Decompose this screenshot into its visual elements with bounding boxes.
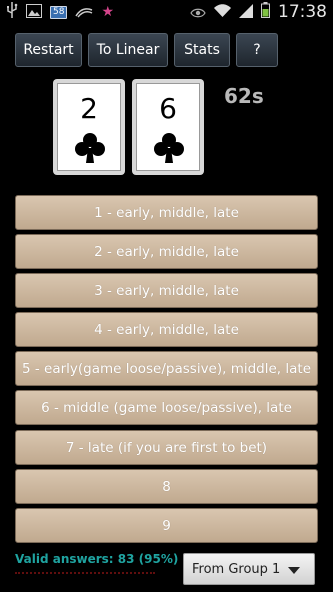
status-bar: 58 ★ 17:38 [0,0,333,24]
status-bar-left: 58 ★ [6,2,115,22]
card-face: 6 [136,83,200,171]
answer-button-5[interactable]: 5 - early(game loose/passive), middle, l… [15,351,318,386]
clock: 17:38 [278,2,327,22]
card-rank: 6 [159,92,177,125]
stats-button[interactable]: Stats [174,33,230,67]
signal-icon [239,3,253,22]
answer-button-4[interactable]: 4 - early, middle, late [15,312,318,347]
answer-button-2[interactable]: 2 - early, middle, late [15,234,318,269]
club-icon [74,132,106,168]
wifi-icon [214,3,231,22]
group-select-value: From Group 1 [192,561,281,577]
valid-answers-label: Valid answers: 83 (95%) [15,552,179,566]
answer-button-3[interactable]: 3 - early, middle, late [15,273,318,308]
help-button[interactable]: ? [236,33,278,67]
status-bar-right: 17:38 [190,1,327,23]
timer: 62s [224,84,264,108]
swirl-icon [75,3,93,22]
card-face: 2 [57,83,121,171]
answer-button-9[interactable]: 9 [15,508,318,543]
group-select[interactable]: From Group 1 [183,553,315,585]
secondary-stats-text [15,572,155,580]
star-icon: ★ [101,4,115,20]
card-1: 2 [53,79,125,175]
battery-icon [261,2,270,22]
club-icon [153,132,185,168]
chevron-down-icon [288,567,300,574]
answer-button-7[interactable]: 7 - late (if you are first to bet) [15,430,318,465]
usb-icon [6,2,18,22]
eye-icon [190,3,206,22]
answer-button-6[interactable]: 6 - middle (game loose/passive), late [15,390,318,425]
badge-58-icon: 58 [50,5,68,19]
card-2: 6 [132,79,204,175]
answer-button-1[interactable]: 1 - early, middle, late [15,195,318,230]
restart-button[interactable]: Restart [15,33,82,67]
card-rank: 2 [80,92,98,125]
answer-button-8[interactable]: 8 [15,469,318,504]
image-icon [26,3,42,22]
to-linear-button[interactable]: To Linear [88,33,168,67]
